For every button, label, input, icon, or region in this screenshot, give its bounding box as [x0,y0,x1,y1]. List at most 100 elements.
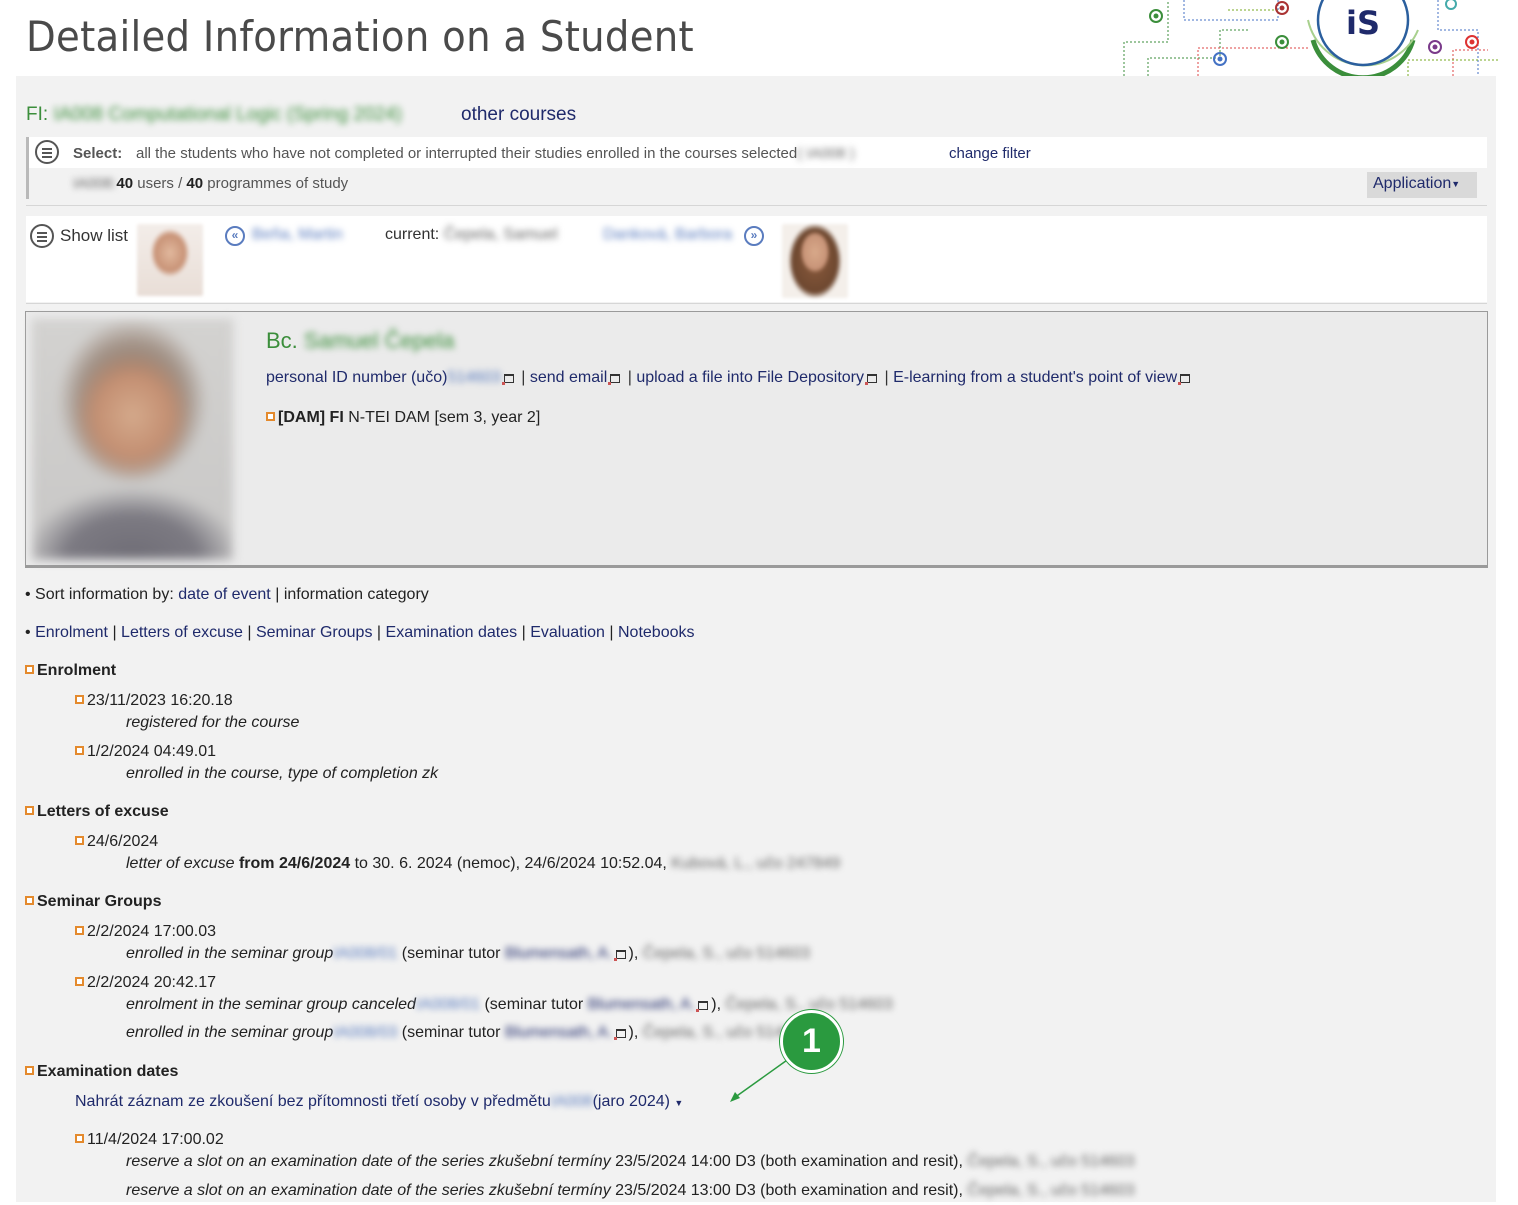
menu-icon[interactable] [35,140,59,164]
enrolment-date: 1/2/2024 04:49.01 [75,743,216,761]
seminar-title: Seminar Groups [37,893,162,910]
separator: | [247,624,252,641]
event-date: 11/4/2024 17:00.02 [87,1131,224,1148]
previous-arrow-icon[interactable]: « [225,226,245,246]
page-header: Detailed Information on a Student iS [0,0,1518,76]
bullet-icon [25,896,34,905]
select-label: Select: [73,145,123,162]
exam-slot: 23/5/2024 14:00 D3 (both examination and… [615,1153,963,1170]
divider [26,205,1487,206]
main-area: FI: IA008 Computational Logic (Spring 20… [16,76,1496,1202]
caret-down-icon[interactable]: ▼ [674,1098,683,1108]
previous-student-photo[interactable] [137,224,203,296]
tutor-link[interactable]: Blumensath, A. [505,945,613,962]
show-list-link[interactable]: Show list [60,226,128,246]
page-title: Detailed Information on a Student [26,12,694,61]
external-link-icon[interactable] [1178,374,1191,385]
exam-slot: 23/5/2024 13:00 D3 (both examination and… [615,1182,963,1199]
current-student: current: Čepela, Samuel [385,226,558,244]
external-link-icon[interactable] [501,374,514,385]
is-logo-icon[interactable]: iS [1108,0,1500,76]
external-link-icon[interactable] [613,1029,626,1040]
quicklink-evaluation[interactable]: Evaluation [530,624,605,641]
separator: | [521,369,526,386]
external-link-icon[interactable] [608,374,621,385]
letter-rest: to 30. 6. 2024 (nemoc), 24/6/2024 10:52.… [354,855,667,872]
student-profile: Bc. Samuel Čepela personal ID number (uč… [25,311,1488,568]
separator: | [275,586,280,603]
tutor-label: (seminar tutor [484,996,584,1013]
seminar-heading: Seminar Groups [25,893,161,911]
actor: Čepela, S., učo 514603 [967,1153,1135,1170]
event-date: 24/6/2024 [87,833,159,850]
send-email-link[interactable]: send email [530,369,607,386]
letters-title: Letters of excuse [37,803,169,820]
quicklink-exams[interactable]: Examination dates [386,624,518,641]
select-text: all the students who have not completed … [136,145,855,162]
tutor-label: (seminar tutor [401,945,501,962]
event-date: 1/2/2024 04:49.01 [87,743,217,760]
bullet: • [25,624,31,641]
tutor-link[interactable]: Blumensath, A. [505,1024,613,1041]
section-quicklinks: • Enrolment | Letters of excuse | Semina… [25,624,695,642]
application-dropdown-button[interactable]: Application▼ [1367,172,1477,198]
sort-by-category: information category [283,586,429,603]
external-link-icon[interactable] [696,1001,709,1012]
tutor-label: (seminar tutor [401,1024,501,1041]
current-student-name: Čepela, Samuel [443,226,558,243]
current-label: current: [385,226,440,243]
select-course-code: ( IA008 ) [797,145,855,162]
users-summary: IA008:40 users / 40 programmes of study [73,175,348,192]
quicklink-notebooks[interactable]: Notebooks [618,624,695,641]
separator: | [521,624,526,641]
event-date: 2/2/2024 17:00.03 [87,923,217,940]
uco-link[interactable]: personal ID number (učo)514603 [266,369,501,386]
event-date: 23/11/2023 16:20.18 [87,692,233,709]
punct: ), [628,1024,639,1041]
separator: | [376,624,382,641]
upload-file-link[interactable]: upload a file into File Depository [636,369,864,386]
next-student-photo[interactable] [782,224,848,298]
upload-link-text: Nahrát záznam ze zkoušení bez přítomnost… [75,1093,551,1110]
quicklink-letters[interactable]: Letters of excuse [121,624,243,641]
callout-badge: 1 [780,1010,843,1073]
previous-student-link[interactable]: Beňa, Martin [252,226,343,244]
seminar-detail: enrolled in the seminar groupIA008/01 (s… [126,945,810,963]
next-student-link[interactable]: Danková, Barbora [603,226,732,244]
other-courses-link[interactable]: other courses [461,104,576,126]
application-label: Application [1373,175,1452,192]
show-list-icon[interactable] [30,224,54,248]
punct: ), [628,945,639,962]
tutor-link[interactable]: Blumensath, A. [588,996,696,1013]
quicklink-enrolment[interactable]: Enrolment [35,624,108,641]
users-count: 40 [116,175,134,192]
exam-upload-link[interactable]: Nahrát záznam ze zkoušení bez přítomnost… [75,1093,670,1110]
external-link-icon[interactable] [613,950,626,961]
seminar-date: 2/2/2024 20:42.17 [75,974,216,992]
quicklink-seminar[interactable]: Seminar Groups [256,624,373,641]
elearning-link[interactable]: E-learning from a student's point of vie… [893,369,1177,386]
enrolment-desc: registered for the course [126,714,300,731]
users-code: IA008: [73,175,117,192]
sort-label: • Sort information by: [25,586,174,603]
bullet-icon [75,746,84,755]
external-link-icon[interactable] [865,374,877,385]
sort-by-date-link[interactable]: date of event [178,586,271,603]
next-arrow-icon[interactable]: » [744,226,764,246]
separator: | [884,369,889,386]
student-photo [32,319,233,560]
student-name: Bc. Samuel Čepela [266,328,454,354]
exam-detail: reserve a slot on an examination date of… [126,1182,1135,1200]
exam-detail: reserve a slot on an examination date of… [126,1153,1135,1171]
study-programme: [DAM] FI N-TEI DAM [sem 3, year 2] [266,409,540,427]
logo-text: iS [1346,4,1380,42]
exam-desc: reserve a slot on an examination date of… [126,1182,611,1199]
letter-desc: letter of excuse [126,855,235,872]
actor: Čepela, S., učo 514603 [642,945,810,962]
sort-options: • Sort information by: date of event | i… [25,586,429,604]
faculty-prefix: FI: [26,104,49,125]
exam-date: 11/4/2024 17:00.02 [75,1131,224,1149]
change-filter-link[interactable]: change filter [949,145,1031,162]
bullet-icon [75,1134,84,1143]
seminar-desc: enrolment in the seminar group canceled [126,996,416,1013]
